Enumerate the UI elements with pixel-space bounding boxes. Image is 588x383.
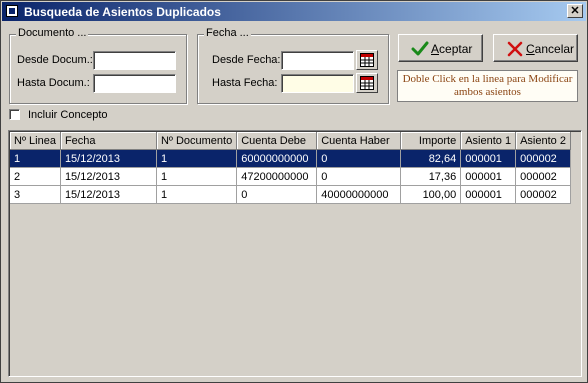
cancelar-button[interactable]: Cancelar <box>493 34 578 62</box>
cell-cuenta-haber: 40000000000 <box>316 185 402 204</box>
cell-linea: 3 <box>10 185 61 204</box>
column-header-asiento-2[interactable]: Asiento 2 <box>515 132 571 150</box>
desde-fecha-input[interactable] <box>281 51 354 70</box>
cell-importe: 82,64 <box>400 149 462 168</box>
cell-cuenta-debe: 47200000000 <box>236 167 318 186</box>
hasta-docum-label: Hasta Docum.: <box>17 77 90 89</box>
desde-docum-label: Desde Docum.: <box>17 54 93 66</box>
hint-line-2: ambos asientos <box>454 86 521 98</box>
cell-asiento-2: 000002 <box>515 185 571 204</box>
column-header-linea[interactable]: Nº Linea <box>10 132 61 150</box>
calendar-icon <box>360 76 374 90</box>
cell-asiento-1: 000001 <box>460 185 517 204</box>
table-row[interactable]: 1 15/12/2013 1 60000000000 0 82,64 00000… <box>10 149 571 168</box>
window-title: Busqueda de Asientos Duplicados <box>24 5 221 19</box>
cell-importe: 100,00 <box>400 185 462 204</box>
hasta-fecha-label: Hasta Fecha: <box>212 77 278 89</box>
aceptar-label: Aceptar <box>431 42 473 56</box>
column-header-cuenta-haber[interactable]: Cuenta Haber <box>316 132 402 150</box>
aceptar-button[interactable]: Aceptar <box>398 34 483 62</box>
cancel-x-icon <box>507 41 523 57</box>
cell-documento: 1 <box>156 149 238 168</box>
documento-legend: Documento ... <box>16 27 89 39</box>
hasta-fecha-input[interactable] <box>281 74 354 93</box>
cell-asiento-2: 000002 <box>515 149 571 168</box>
table-row[interactable]: 2 15/12/2013 1 47200000000 0 17,36 00000… <box>10 167 571 186</box>
incluir-concepto-label[interactable]: Incluir Concepto <box>28 109 108 121</box>
cell-fecha: 15/12/2013 <box>60 167 157 186</box>
desde-fecha-calendar-button[interactable] <box>356 50 378 70</box>
desde-docum-input[interactable] <box>93 51 176 70</box>
cell-importe: 17,36 <box>400 167 462 186</box>
cell-fecha: 15/12/2013 <box>60 185 157 204</box>
hasta-fecha-calendar-button[interactable] <box>356 73 378 93</box>
close-icon: ✕ <box>570 5 580 17</box>
desde-fecha-label: Desde Fecha: <box>212 54 281 66</box>
cell-asiento-1: 000001 <box>460 149 517 168</box>
cell-asiento-1: 000001 <box>460 167 517 186</box>
fecha-legend: Fecha ... <box>204 27 251 39</box>
calendar-icon <box>360 53 374 67</box>
cell-cuenta-haber: 0 <box>316 167 402 186</box>
cancelar-label: Cancelar <box>526 42 575 56</box>
cell-documento: 1 <box>156 167 238 186</box>
cell-cuenta-debe: 0 <box>236 185 318 204</box>
table-row[interactable]: 3 15/12/2013 1 0 40000000000 100,00 0000… <box>10 185 571 204</box>
cell-cuenta-haber: 0 <box>316 149 402 168</box>
close-button[interactable]: ✕ <box>567 4 583 18</box>
column-header-importe[interactable]: Importe <box>400 132 462 150</box>
cell-documento: 1 <box>156 185 238 204</box>
results-grid[interactable]: Nº Linea Fecha Nº Documento Cuenta Debe … <box>8 130 582 377</box>
cell-cuenta-debe: 60000000000 <box>236 149 318 168</box>
column-header-asiento-1[interactable]: Asiento 1 <box>460 132 517 150</box>
column-header-documento[interactable]: Nº Documento <box>156 132 238 150</box>
hint-line-1: Doble Click en la linea para Modificar <box>402 73 573 85</box>
title-bar[interactable]: Busqueda de Asientos Duplicados ✕ <box>2 2 586 21</box>
cell-linea: 2 <box>10 167 61 186</box>
cell-linea: 1 <box>10 149 61 168</box>
cell-asiento-2: 000002 <box>515 167 571 186</box>
column-header-cuenta-debe[interactable]: Cuenta Debe <box>236 132 318 150</box>
hint-box: Doble Click en la linea para Modificar a… <box>397 70 578 102</box>
cell-fecha: 15/12/2013 <box>60 149 157 168</box>
table-header-row: Nº Linea Fecha Nº Documento Cuenta Debe … <box>10 132 571 150</box>
app-icon <box>6 5 18 17</box>
incluir-concepto-checkbox[interactable] <box>9 109 20 120</box>
results-table: Nº Linea Fecha Nº Documento Cuenta Debe … <box>10 132 571 204</box>
checkmark-icon <box>411 41 429 56</box>
dialog-window: Busqueda de Asientos Duplicados ✕ Docume… <box>0 0 588 383</box>
hasta-docum-input[interactable] <box>93 74 176 93</box>
column-header-fecha[interactable]: Fecha <box>60 132 157 150</box>
